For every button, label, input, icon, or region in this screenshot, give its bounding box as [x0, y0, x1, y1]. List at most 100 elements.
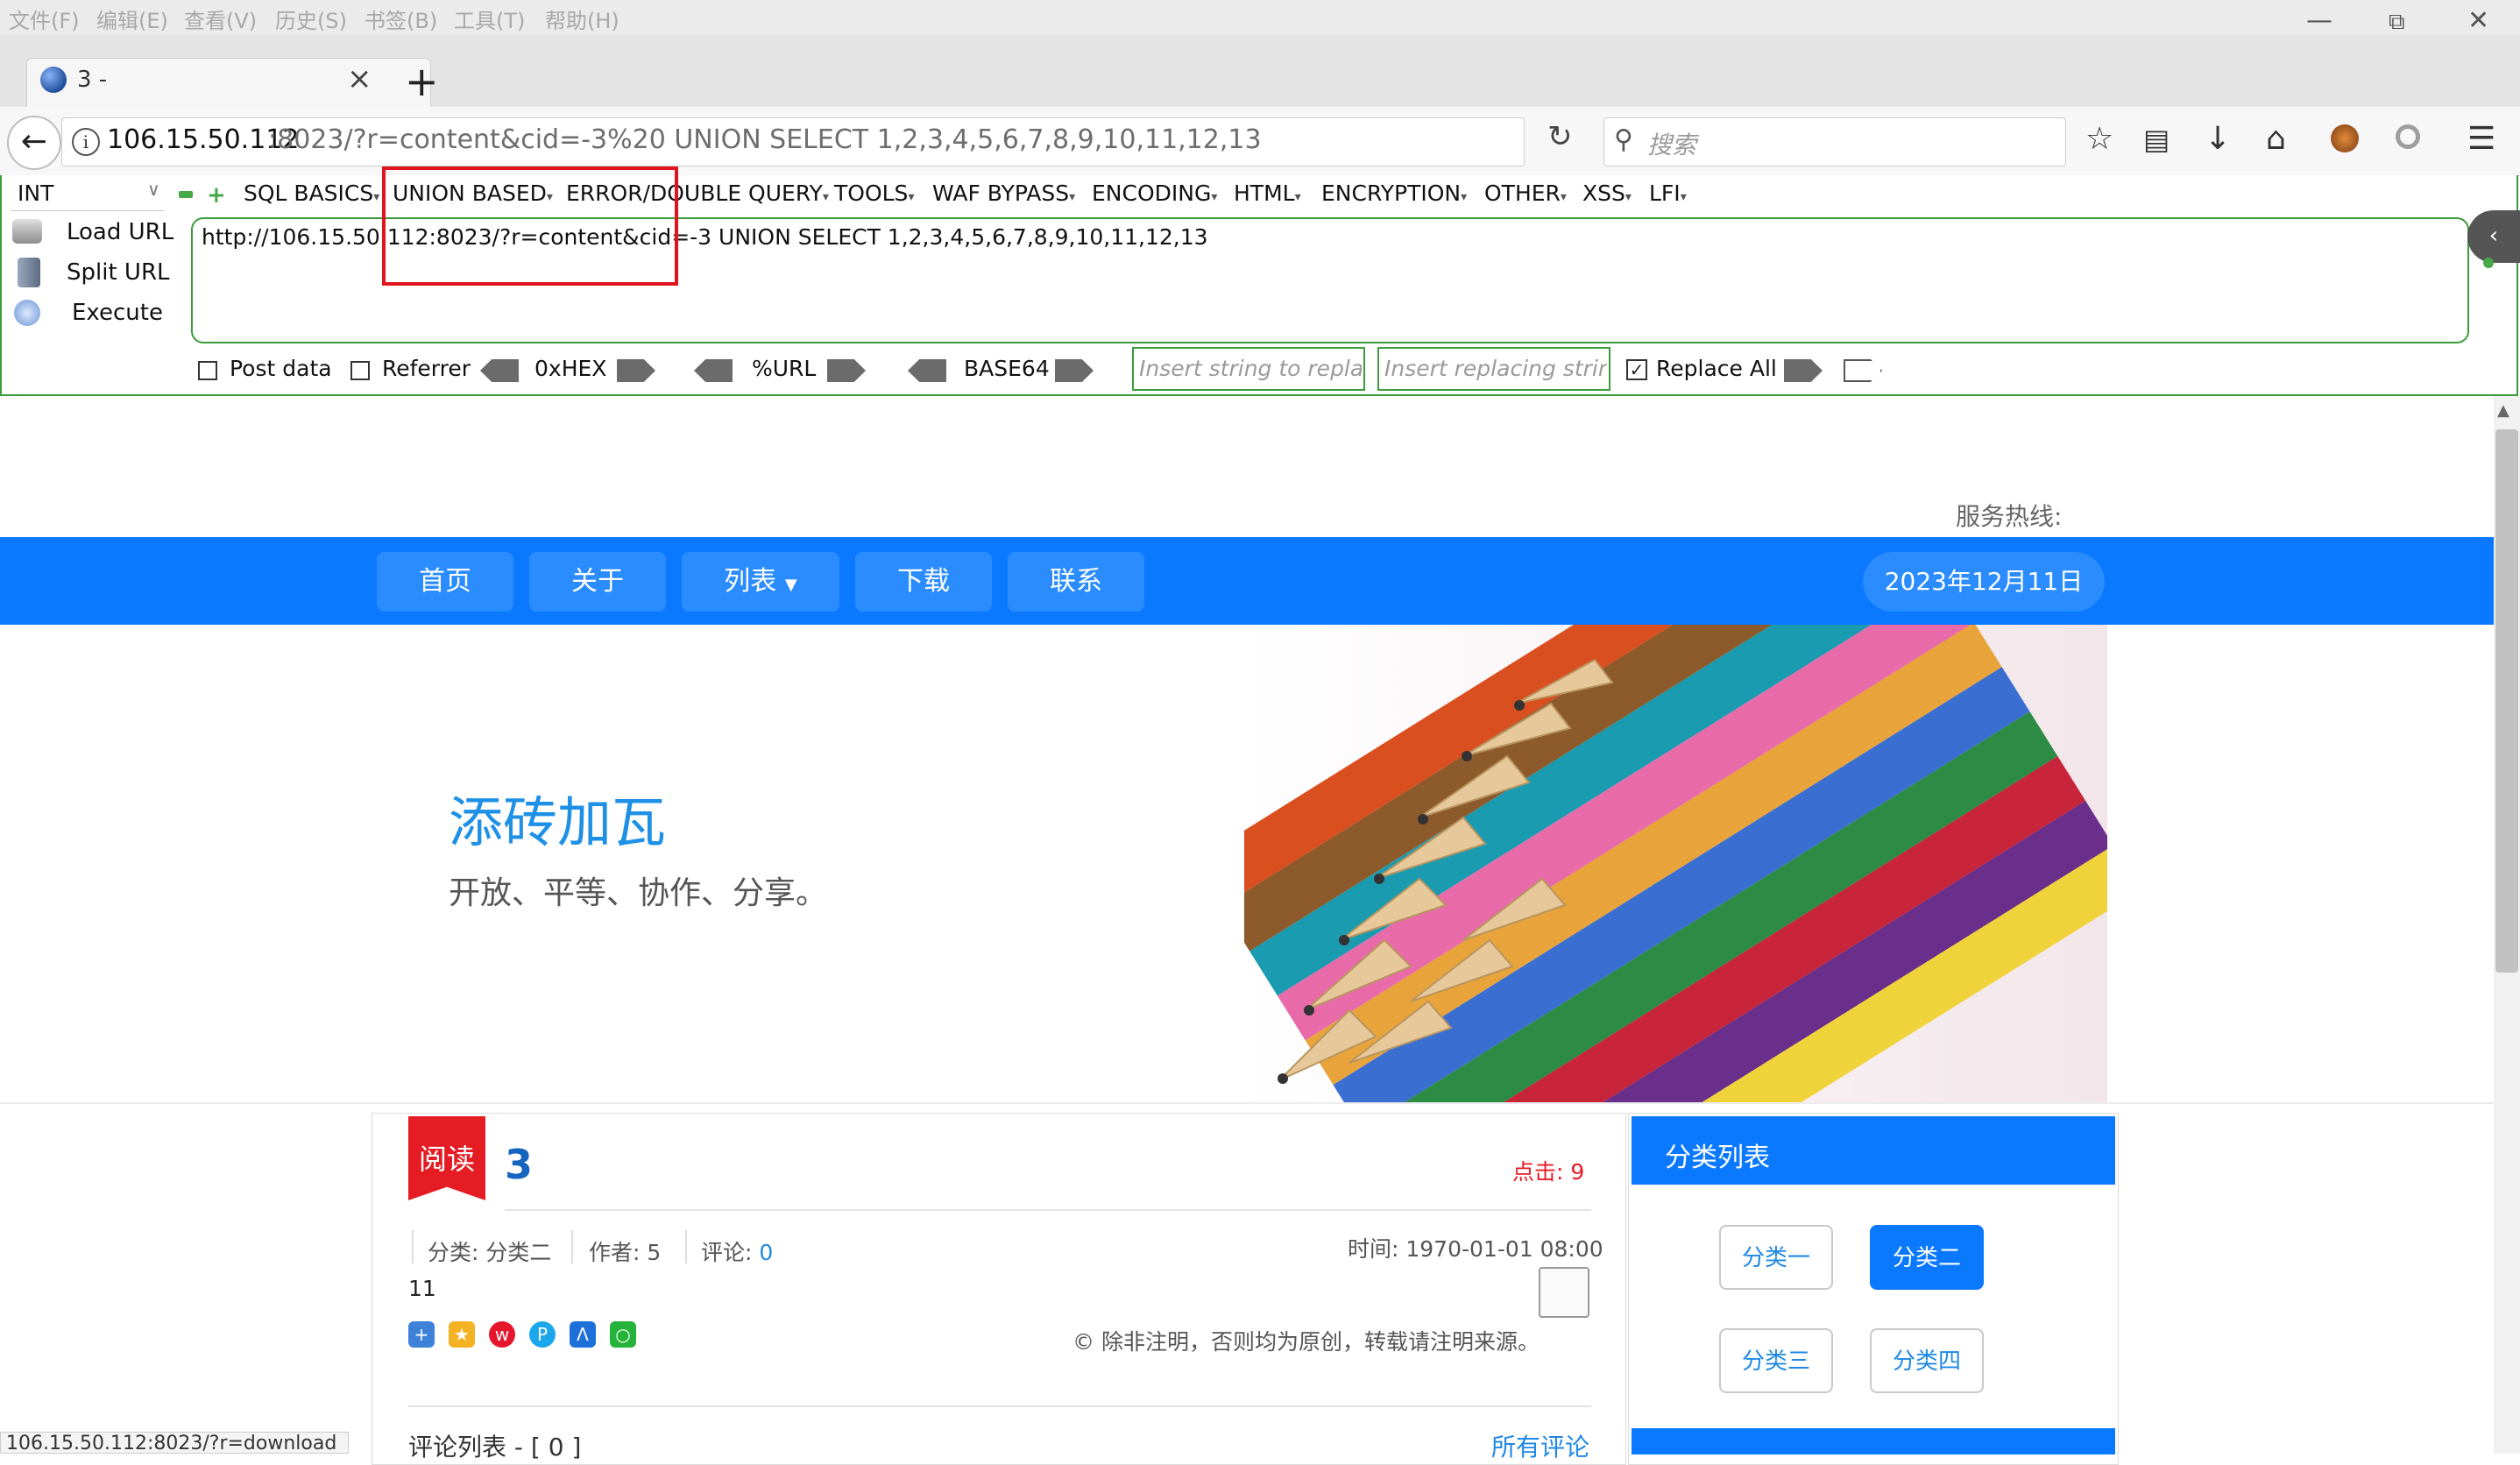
home-icon[interactable]: ⌂ — [2266, 121, 2286, 157]
article-card — [372, 1113, 1626, 1465]
hackbar-menu-tools[interactable]: TOOLS▾ — [834, 180, 914, 206]
execute-button[interactable]: Execute — [72, 300, 163, 326]
article-comments-count[interactable]: 0 — [759, 1240, 773, 1265]
referrer-checkbox[interactable] — [350, 361, 370, 380]
nav-home[interactable]: 首页 — [377, 552, 513, 612]
post-data-checkbox[interactable] — [198, 361, 217, 380]
hackbar-menu-other[interactable]: OTHER▾ — [1484, 180, 1567, 206]
meta-separator — [685, 1230, 687, 1263]
hackbar-menu-lfi[interactable]: LFI▾ — [1649, 180, 1687, 206]
category-button-2[interactable]: 分类二 — [1870, 1225, 1984, 1290]
search-placeholder: 搜索 — [1647, 131, 1697, 159]
hackbar-menu-encryption[interactable]: ENCRYPTION▾ — [1321, 180, 1467, 206]
category-panel-footer — [1632, 1428, 2115, 1454]
replace-string-placeholder: Insert replacing string — [1384, 356, 1607, 381]
category-button-4[interactable]: 分类四 — [1870, 1328, 1984, 1393]
article-clicks: 点击: 9 — [1512, 1159, 1585, 1185]
close-window-icon[interactable]: ✕ — [2467, 5, 2489, 36]
menu-view[interactable]: 查看(V) — [184, 4, 257, 34]
base64-label: BASE64 — [964, 356, 1050, 381]
load-url-icon[interactable] — [12, 219, 42, 244]
minimize-icon[interactable]: — — [2306, 5, 2332, 36]
split-url-button[interactable]: Split URL — [67, 259, 170, 286]
share-weibo-icon[interactable]: w — [489, 1321, 515, 1348]
meta-separator — [571, 1230, 573, 1263]
copyright-notice: © 除非注明，否则均为原创，转载请注明来源。 — [1072, 1329, 1540, 1355]
comment-list-title: 评论列表 - [ 0 ] — [408, 1433, 582, 1461]
post-data-label: Post data — [230, 356, 332, 381]
share-wechat-icon[interactable]: ○ — [610, 1321, 636, 1348]
status-bar-url: 106.15.50.112:8023/?r=download — [0, 1432, 349, 1454]
restore-icon[interactable]: ⧉ — [2389, 9, 2405, 36]
qr-code-icon[interactable] — [1539, 1267, 1589, 1318]
hero-title: 添砖加瓦 — [449, 790, 667, 854]
hackbar-menu-encoding[interactable]: ENCODING▾ — [1092, 180, 1217, 206]
status-dot-icon — [2483, 258, 2494, 268]
hackbar-menu-waf-bypass[interactable]: WAF BYPASS▾ — [932, 180, 1075, 206]
hamburger-menu-icon[interactable]: ☰ — [2467, 121, 2495, 157]
share-favorite-icon[interactable]: ★ — [449, 1321, 475, 1348]
menu-bookmarks[interactable]: 书签(B) — [365, 4, 437, 34]
meta-separator — [412, 1230, 414, 1263]
download-icon[interactable]: ↓ — [2205, 121, 2231, 157]
site-nav-bar — [0, 537, 2494, 625]
article-author: 作者: 5 — [589, 1240, 662, 1265]
hackbar-menu-xss[interactable]: XSS▾ — [1582, 180, 1632, 206]
url-path: :8023/?r=content&cid=-3%20 UNION SELECT … — [268, 124, 1262, 155]
execute-icon[interactable] — [14, 300, 40, 326]
tab-title: 3 - — [77, 67, 108, 93]
menu-history[interactable]: 历史(S) — [275, 4, 347, 34]
category-panel-title: 分类列表 — [1665, 1143, 1770, 1173]
article-body: 11 — [408, 1276, 436, 1301]
category-button-1[interactable]: 分类一 — [1719, 1225, 1833, 1290]
collapse-sidebar-icon[interactable]: ‹ — [2467, 210, 2520, 263]
hackbar-select-value: INT — [18, 180, 54, 206]
reading-list-icon[interactable]: ▤ — [2143, 123, 2170, 156]
reload-icon[interactable]: ↻ — [1547, 119, 1573, 154]
chevron-down-icon: ∨ — [147, 179, 160, 200]
urlenc-label: %URL — [752, 356, 817, 381]
decrease-icon[interactable] — [179, 191, 193, 198]
close-tab-icon[interactable]: × — [347, 61, 372, 96]
hackbar-menu-html[interactable]: HTML▾ — [1234, 180, 1301, 206]
globe-icon — [40, 67, 67, 93]
menu-edit[interactable]: 编辑(E) — [96, 4, 168, 34]
increase-icon[interactable]: + — [207, 182, 226, 209]
nav-list[interactable]: 列表 ▼ — [682, 552, 839, 612]
load-url-button[interactable]: Load URL — [67, 219, 173, 245]
caret-down-icon: ▼ — [784, 576, 797, 594]
replace-all-checkbox[interactable]: ✓ — [1626, 359, 1647, 380]
bookmark-star-icon[interactable]: ☆ — [2085, 121, 2113, 157]
info-icon[interactable]: i — [72, 128, 100, 156]
share-pengyou-icon[interactable]: P — [529, 1321, 556, 1348]
menu-help[interactable]: 帮助(H) — [545, 4, 619, 34]
date-badge: 2023年12月11日 — [1863, 552, 2105, 612]
article-category: 分类: 分类二 — [428, 1240, 552, 1265]
nav-contact[interactable]: 联系 — [1008, 552, 1144, 612]
extension-cookie-icon[interactable] — [2331, 124, 2359, 152]
hex-label: 0xHEX — [534, 356, 607, 381]
share-renren-icon[interactable]: Λ — [570, 1321, 596, 1348]
colored-pencils-image — [1244, 625, 2107, 1102]
nav-download[interactable]: 下载 — [855, 552, 992, 612]
all-comments-link[interactable]: 所有评论 — [1491, 1428, 1589, 1463]
scroll-up-icon[interactable]: ▲ — [2497, 401, 2509, 420]
menu-tools[interactable]: 工具(T) — [454, 4, 525, 34]
category-button-3[interactable]: 分类三 — [1719, 1328, 1833, 1393]
hackbar-menu-sql-basics[interactable]: SQL BASICS▾ — [244, 180, 379, 206]
hero-subtitle: 开放、平等、协作、分享。 — [449, 875, 828, 911]
nav-about[interactable]: 关于 — [529, 552, 666, 612]
back-arrow-icon[interactable]: ← — [7, 116, 61, 170]
hackbar-url-text: http://106.15.50.112:8023/?r=content&cid… — [202, 224, 1208, 250]
menu-file[interactable]: 文件(F) — [9, 4, 80, 34]
extension-circle-icon[interactable] — [2396, 124, 2420, 149]
article-divider — [505, 1209, 1591, 1211]
referrer-label: Referrer — [382, 356, 471, 381]
split-url-icon[interactable] — [18, 258, 40, 287]
new-tab-icon[interactable]: + — [405, 58, 439, 105]
replace-all-label: Replace All — [1656, 356, 1777, 381]
share-qzone-icon[interactable]: + — [408, 1321, 435, 1348]
scrollbar-thumb[interactable] — [2495, 429, 2518, 973]
search-icon: ⚲ — [1614, 124, 1633, 155]
article-title[interactable]: 3 — [505, 1141, 533, 1188]
